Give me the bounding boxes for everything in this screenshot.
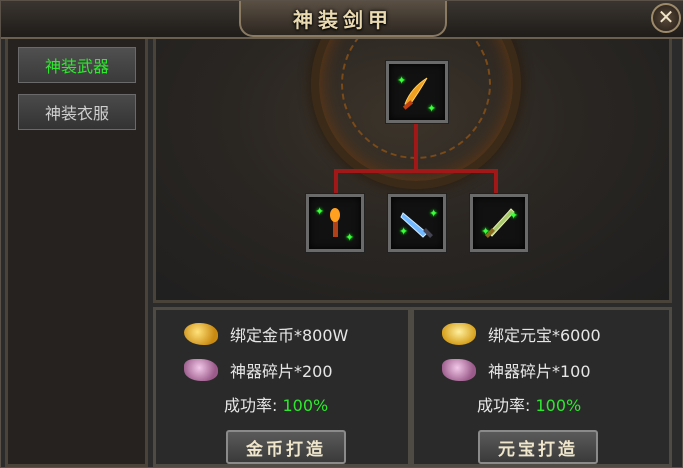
forge-window: 神装剑甲 ✕ 神装武器 神装衣服 ✦ ✦ ✦ ✦ ✦ ✦ ✦ ✦ 绑定金币*80… <box>0 0 683 468</box>
sparkle-icon: ✦ <box>481 225 491 238</box>
connector-right <box>494 169 498 194</box>
target-item-slot[interactable]: ✦ ✦ <box>386 61 448 123</box>
material-cost-text: 神器碎片*100 <box>488 362 591 381</box>
tab-divine-weapon[interactable]: 神装武器 <box>18 47 136 83</box>
connector-horizontal <box>334 169 498 173</box>
sparkle-icon: ✦ <box>345 231 355 244</box>
gold-coins-icon <box>184 323 218 345</box>
gold-recipe-panel: 绑定金币*800W 神器碎片*200 成功率: 100% 金币打造 <box>153 307 411 467</box>
window-title: 神装剑甲 <box>293 7 393 32</box>
material-slot-3[interactable]: ✦ ✦ <box>470 194 528 252</box>
success-rate: 成功率: 100% <box>224 392 328 416</box>
success-rate-label: 成功率: <box>224 396 278 415</box>
ingot-craft-button[interactable]: 元宝打造 <box>478 430 598 464</box>
gold-craft-button[interactable]: 金币打造 <box>226 430 346 464</box>
currency-cost-text: 绑定元宝*6000 <box>488 326 601 345</box>
ingot-recipe-panel: 绑定元宝*6000 神器碎片*100 成功率: 100% 元宝打造 <box>411 307 672 467</box>
sparkle-icon: ✦ <box>509 209 519 222</box>
material-cost: 神器碎片*200 <box>184 356 333 384</box>
tab-divine-armor[interactable]: 神装衣服 <box>18 94 136 130</box>
sparkle-icon: ✦ <box>315 205 325 218</box>
artifact-shard-icon <box>184 359 218 381</box>
success-rate-value: 100% <box>535 396 582 415</box>
currency-cost-text: 绑定金币*800W <box>230 326 349 345</box>
forge-preview-panel: ✦ ✦ ✦ ✦ ✦ ✦ ✦ ✦ <box>153 39 672 303</box>
close-icon[interactable]: ✕ <box>651 3 681 33</box>
material-slot-1[interactable]: ✦ ✦ <box>306 194 364 252</box>
connector-vertical <box>414 123 418 171</box>
sparkle-icon: ✦ <box>429 207 439 220</box>
material-cost-text: 神器碎片*200 <box>230 362 333 381</box>
gold-ingot-icon <box>442 323 476 345</box>
currency-cost: 绑定金币*800W <box>184 320 348 348</box>
sidebar: 神装武器 神装衣服 <box>5 39 148 467</box>
connector-left <box>334 169 338 194</box>
title-plate: 神装剑甲 <box>239 1 447 37</box>
sparkle-icon: ✦ <box>427 102 437 115</box>
title-bar: 神装剑甲 ✕ <box>1 1 683 39</box>
material-slot-2[interactable]: ✦ ✦ <box>388 194 446 252</box>
material-cost: 神器碎片*100 <box>442 356 591 384</box>
artifact-shard-icon <box>442 359 476 381</box>
sparkle-icon: ✦ <box>397 74 407 87</box>
success-rate-value: 100% <box>282 396 329 415</box>
sparkle-icon: ✦ <box>399 225 409 238</box>
success-rate: 成功率: 100% <box>477 392 581 416</box>
success-rate-label: 成功率: <box>477 396 531 415</box>
currency-cost: 绑定元宝*6000 <box>442 320 601 348</box>
